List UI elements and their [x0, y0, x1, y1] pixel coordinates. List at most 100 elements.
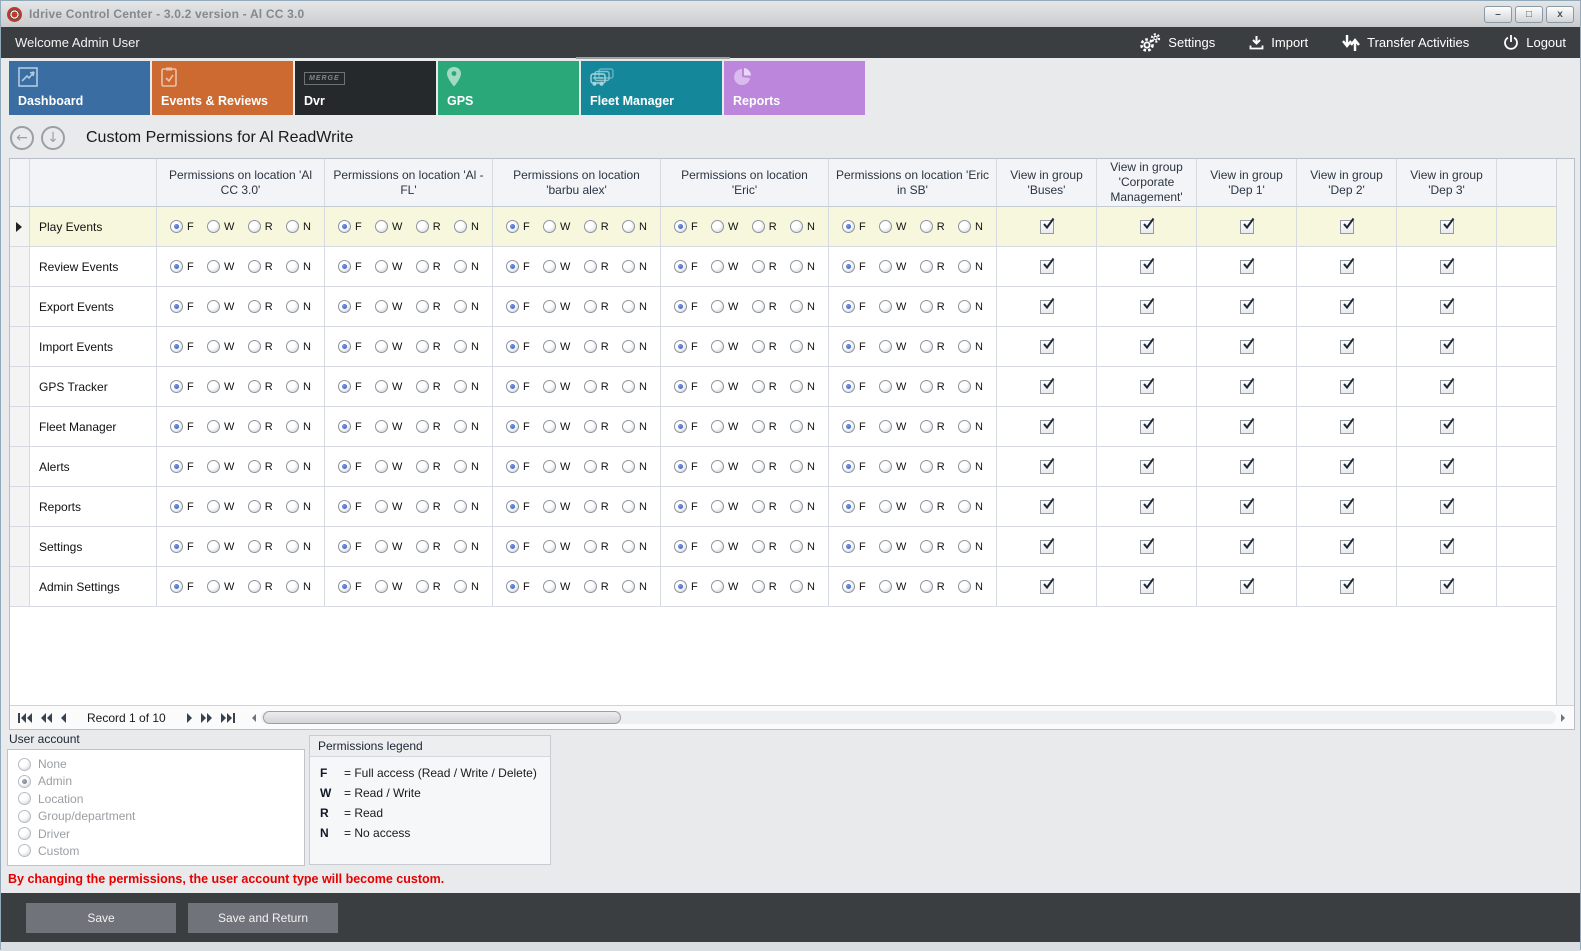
radio-option-n[interactable]: N	[790, 540, 815, 553]
radio-option-n[interactable]: N	[622, 540, 647, 553]
radio-option-w[interactable]: W	[543, 460, 570, 473]
radio-option-r[interactable]: R	[584, 580, 609, 593]
radio-option-w[interactable]: W	[711, 300, 738, 313]
radio-option-r[interactable]: R	[920, 460, 945, 473]
radio-option-f[interactable]: F	[674, 540, 698, 553]
radio-option-r[interactable]: R	[584, 220, 609, 233]
radio-option-w[interactable]: W	[543, 300, 570, 313]
radio-option-f[interactable]: F	[506, 460, 530, 473]
radio-option-n[interactable]: N	[958, 220, 983, 233]
row-label[interactable]: Alerts	[30, 447, 157, 487]
radio-option-r[interactable]: R	[752, 340, 777, 353]
radio-option-f[interactable]: F	[506, 260, 530, 273]
radio-option-f[interactable]: F	[170, 580, 194, 593]
radio-option-n[interactable]: N	[622, 300, 647, 313]
transfer-activities-button[interactable]: Transfer Activities	[1342, 35, 1469, 51]
radio-option-r[interactable]: R	[416, 220, 441, 233]
radio-option-w[interactable]: W	[207, 340, 234, 353]
radio-option-w[interactable]: W	[207, 260, 234, 273]
radio-option-f[interactable]: F	[674, 460, 698, 473]
radio-option-w[interactable]: W	[711, 540, 738, 553]
maximize-button[interactable]: □	[1515, 6, 1543, 23]
radio-option-n[interactable]: N	[622, 380, 647, 393]
radio-option-f[interactable]: F	[506, 340, 530, 353]
group-view-checkbox[interactable]	[1040, 260, 1054, 274]
radio-option-r[interactable]: R	[920, 340, 945, 353]
radio-option-w[interactable]: W	[543, 420, 570, 433]
radio-option-n[interactable]: N	[790, 300, 815, 313]
group-view-checkbox[interactable]	[1340, 220, 1354, 234]
radio-option-r[interactable]: R	[248, 340, 273, 353]
group-view-checkbox[interactable]	[1340, 300, 1354, 314]
radio-option-n[interactable]: N	[286, 540, 311, 553]
radio-option-n[interactable]: N	[622, 500, 647, 513]
account-type-option-admin[interactable]: Admin	[18, 774, 294, 788]
radio-option-r[interactable]: R	[752, 420, 777, 433]
tab-gps[interactable]: GPS	[438, 61, 579, 115]
radio-option-r[interactable]: R	[248, 540, 273, 553]
back-arrow-button[interactable]: ←	[10, 126, 34, 150]
tab-events-reviews[interactable]: Events & Reviews	[152, 61, 293, 115]
radio-option-n[interactable]: N	[958, 300, 983, 313]
group-view-checkbox[interactable]	[1140, 540, 1154, 554]
group-view-checkbox[interactable]	[1040, 580, 1054, 594]
group-view-checkbox[interactable]	[1040, 300, 1054, 314]
first-record-button[interactable]	[14, 711, 36, 725]
group-view-checkbox[interactable]	[1040, 380, 1054, 394]
radio-option-w[interactable]: W	[375, 220, 402, 233]
radio-option-f[interactable]: F	[338, 380, 362, 393]
radio-option-w[interactable]: W	[375, 380, 402, 393]
close-button[interactable]: x	[1546, 6, 1574, 23]
group-view-checkbox[interactable]	[1240, 300, 1254, 314]
radio-option-w[interactable]: W	[375, 420, 402, 433]
group-view-checkbox[interactable]	[1240, 420, 1254, 434]
radio-option-w[interactable]: W	[375, 580, 402, 593]
radio-option-n[interactable]: N	[286, 300, 311, 313]
radio-option-f[interactable]: F	[338, 220, 362, 233]
minimize-button[interactable]: –	[1484, 6, 1512, 23]
radio-option-w[interactable]: W	[543, 500, 570, 513]
radio-option-n[interactable]: N	[286, 420, 311, 433]
radio-option-n[interactable]: N	[790, 380, 815, 393]
radio-option-r[interactable]: R	[416, 500, 441, 513]
radio-option-w[interactable]: W	[879, 260, 906, 273]
radio-option-n[interactable]: N	[958, 420, 983, 433]
radio-option-w[interactable]: W	[711, 220, 738, 233]
radio-option-r[interactable]: R	[248, 220, 273, 233]
radio-option-r[interactable]: R	[416, 260, 441, 273]
radio-option-f[interactable]: F	[170, 300, 194, 313]
radio-option-r[interactable]: R	[416, 580, 441, 593]
radio-option-f[interactable]: F	[842, 420, 866, 433]
group-view-checkbox[interactable]	[1140, 380, 1154, 394]
radio-option-r[interactable]: R	[584, 380, 609, 393]
radio-option-n[interactable]: N	[286, 580, 311, 593]
radio-option-f[interactable]: F	[338, 500, 362, 513]
radio-option-w[interactable]: W	[207, 500, 234, 513]
radio-option-n[interactable]: N	[958, 460, 983, 473]
radio-option-n[interactable]: N	[454, 420, 479, 433]
radio-option-w[interactable]: W	[543, 260, 570, 273]
radio-option-f[interactable]: F	[842, 340, 866, 353]
radio-option-r[interactable]: R	[752, 260, 777, 273]
radio-option-r[interactable]: R	[584, 340, 609, 353]
group-view-checkbox[interactable]	[1240, 540, 1254, 554]
radio-option-r[interactable]: R	[584, 300, 609, 313]
vertical-scrollbar[interactable]	[1556, 159, 1574, 705]
account-type-option-group-department[interactable]: Group/department	[18, 809, 294, 823]
radio-option-r[interactable]: R	[416, 460, 441, 473]
radio-option-w[interactable]: W	[879, 500, 906, 513]
row-label[interactable]: Fleet Manager	[30, 407, 157, 447]
radio-option-r[interactable]: R	[416, 380, 441, 393]
group-view-checkbox[interactable]	[1440, 380, 1454, 394]
radio-option-w[interactable]: W	[375, 260, 402, 273]
group-view-checkbox[interactable]	[1440, 460, 1454, 474]
group-view-checkbox[interactable]	[1340, 580, 1354, 594]
radio-option-f[interactable]: F	[170, 260, 194, 273]
radio-option-f[interactable]: F	[506, 580, 530, 593]
radio-option-r[interactable]: R	[752, 220, 777, 233]
radio-option-w[interactable]: W	[207, 580, 234, 593]
radio-option-n[interactable]: N	[454, 540, 479, 553]
group-view-checkbox[interactable]	[1340, 380, 1354, 394]
radio-option-n[interactable]: N	[286, 500, 311, 513]
group-view-checkbox[interactable]	[1040, 540, 1054, 554]
